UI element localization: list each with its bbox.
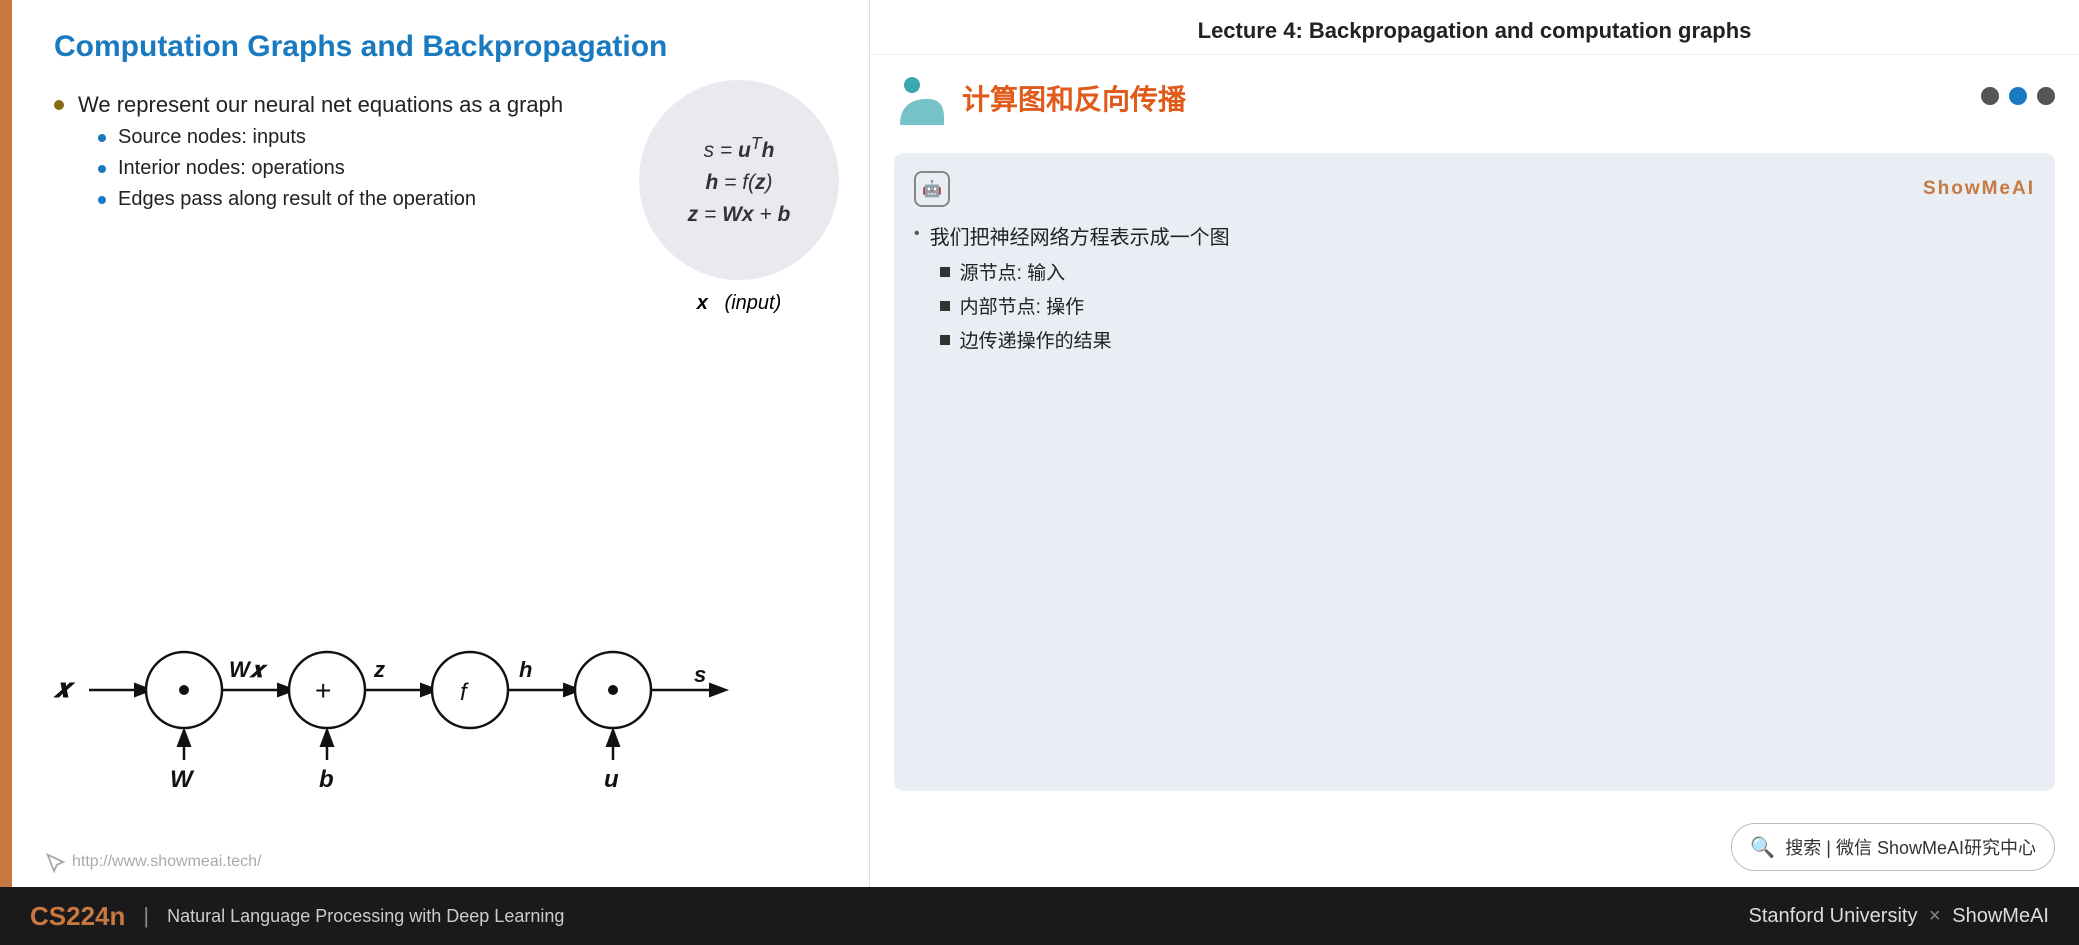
eq-line-3: z = Wx + b xyxy=(688,203,791,227)
bullet-text-1: We represent our neural net equations as… xyxy=(78,92,563,117)
info-box-header: 🤖 ShowMeAI xyxy=(914,171,2035,207)
svg-text:u: u xyxy=(604,766,619,793)
sub-bullet-3: Edges pass along result of the operation xyxy=(98,188,563,211)
bottom-left: CS224n | Natural Language Processing wit… xyxy=(30,901,564,932)
sub-dot-1 xyxy=(98,134,106,142)
equations-area: s = uTh h = f(z) z = Wx + b x (input) xyxy=(639,80,839,315)
svg-text:𝒙: 𝒙 xyxy=(53,673,76,703)
x-separator: × xyxy=(1929,905,1946,927)
teal-shape-icon xyxy=(894,71,948,125)
dot-3[interactable] xyxy=(2037,87,2055,105)
showmeai-badge: ShowMeAI xyxy=(1923,178,2035,200)
search-bar-text: 搜索 | 微信 ShowMeAI研究中心 xyxy=(1785,834,2036,860)
chinese-slide-title: 计算图和反向传播 xyxy=(962,78,1186,118)
computation-graph-diagram: 𝒙 W𝒙 + xyxy=(44,582,849,807)
eq-line-1: s = uTh xyxy=(704,133,775,163)
dot-2[interactable] xyxy=(2009,87,2027,105)
stanford-text: Stanford University xyxy=(1749,905,1918,927)
ch-square-2 xyxy=(940,301,950,311)
search-bar[interactable]: 🔍 搜索 | 微信 ShowMeAI研究中心 xyxy=(1731,823,2055,871)
course-code: CS224n xyxy=(30,901,125,932)
ch-dot-1: • xyxy=(914,225,920,243)
svg-text:b: b xyxy=(319,766,334,793)
ai-icon: 🤖 xyxy=(914,171,950,207)
right-panel: Lecture 4: Backpropagation and computati… xyxy=(870,0,2079,887)
sub-bullet-1: Source nodes: inputs xyxy=(98,126,563,149)
sub-dot-3 xyxy=(98,196,106,204)
ch-bullet-1: • 我们把神经网络方程表示成一个图 源节点: 输入 内部节点: 操 xyxy=(914,221,2035,360)
svg-text:W: W xyxy=(170,766,195,793)
showmeai-footer-text: ShowMeAI xyxy=(1952,905,2049,927)
ch-square-3 xyxy=(940,335,950,345)
chinese-header: 计算图和反向传播 xyxy=(894,71,1186,125)
equation-bubble: s = uTh h = f(z) z = Wx + b xyxy=(639,80,839,280)
svg-text:h: h xyxy=(519,657,532,682)
bottom-right: Stanford University × ShowMeAI xyxy=(1749,905,2050,928)
slide-dots-nav xyxy=(1981,87,2055,105)
dot-1[interactable] xyxy=(1981,87,1999,105)
graph-svg: 𝒙 W𝒙 + xyxy=(44,582,864,802)
ch-text-1: 我们把神经网络方程表示成一个图 xyxy=(930,227,1230,249)
orange-accent-bar xyxy=(0,0,12,887)
bullet-dot-1 xyxy=(54,100,64,110)
svg-text:s: s xyxy=(694,662,706,687)
ch-sub-2: 内部节点: 操作 xyxy=(940,292,1230,319)
ch-square-1 xyxy=(940,267,950,277)
chinese-bullet-list: • 我们把神经网络方程表示成一个图 源节点: 输入 内部节点: 操 xyxy=(914,221,2035,360)
sub-dot-2 xyxy=(98,165,106,173)
cursor-icon xyxy=(44,851,66,873)
eq-input-label: x (input) xyxy=(639,292,839,315)
search-icon: 🔍 xyxy=(1750,835,1775,860)
url-link: http://www.showmeai.tech/ xyxy=(44,851,261,873)
svg-text:z: z xyxy=(373,657,385,682)
left-slide-panel: Computation Graphs and Backpropagation W… xyxy=(0,0,870,887)
ch-sub-3: 边传递操作的结果 xyxy=(940,326,1230,353)
eq-line-2: h = f(z) xyxy=(705,171,772,195)
svg-text:+: + xyxy=(315,675,331,706)
svg-text:W𝒙: W𝒙 xyxy=(229,657,269,682)
divider: | xyxy=(143,903,149,929)
ch-sub-1: 源节点: 输入 xyxy=(940,258,1230,285)
course-description: Natural Language Processing with Deep Le… xyxy=(167,906,564,927)
slide-title: Computation Graphs and Backpropagation xyxy=(54,30,839,64)
info-box: 🤖 ShowMeAI • 我们把神经网络方程表示成一个图 源节点: 输入 xyxy=(894,153,2055,791)
sub-bullet-2: Interior nodes: operations xyxy=(98,157,563,180)
lecture-title: Lecture 4: Backpropagation and computati… xyxy=(870,0,2079,55)
bottom-bar: CS224n | Natural Language Processing wit… xyxy=(0,887,2079,945)
